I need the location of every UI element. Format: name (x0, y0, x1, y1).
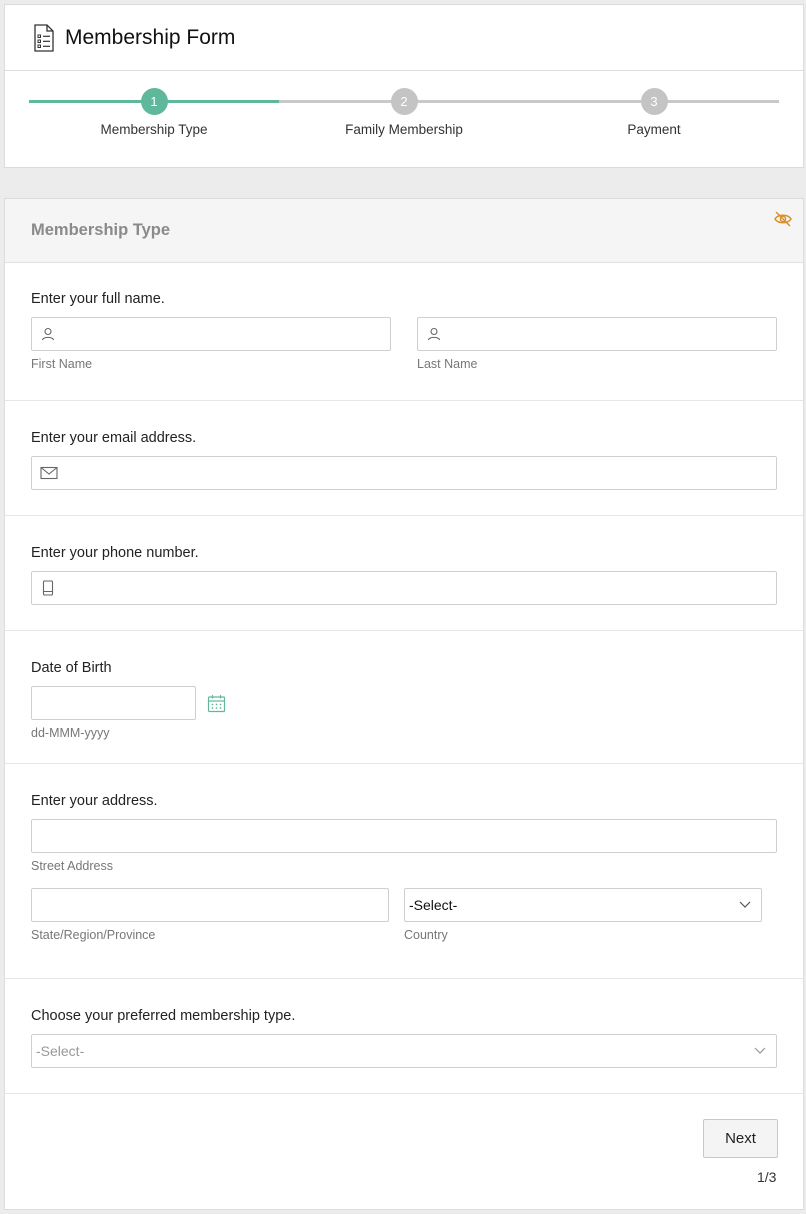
state-region-label: State/Region/Province (31, 928, 156, 942)
address-field: Enter your address. Street Address State… (5, 764, 803, 979)
step-number: 2 (390, 88, 418, 115)
name-field: Enter your full name. First Name Last Na… (5, 263, 803, 401)
title-bar: Membership Form (5, 5, 803, 71)
phone-field: Enter your phone number. (5, 516, 803, 631)
country-select[interactable]: -Select- (404, 888, 762, 922)
form-body: Membership Type Enter your full name. Fi… (4, 198, 804, 1210)
step-label: Membership Type (100, 122, 208, 137)
form-document-icon (34, 23, 54, 52)
last-name-input[interactable] (417, 317, 777, 351)
email-input[interactable] (31, 456, 777, 490)
phone-input[interactable] (31, 571, 777, 605)
membership-select-value: -Select- (36, 1043, 85, 1059)
dob-question: Date of Birth (31, 660, 112, 676)
membership-type-field: Choose your preferred membership type. -… (5, 979, 803, 1094)
street-address-input[interactable] (31, 819, 777, 853)
step-label: Payment (627, 122, 681, 137)
chevron-down-icon (754, 1047, 766, 1054)
first-name-input[interactable] (31, 317, 391, 351)
section-header: Membership Type (5, 199, 803, 263)
street-address-label: Street Address (31, 859, 113, 873)
step-number: 1 (140, 88, 168, 115)
country-label: Country (404, 928, 448, 942)
mobile-phone-icon (42, 580, 54, 596)
name-question: Enter your full name. (31, 291, 165, 307)
calendar-icon[interactable] (207, 694, 226, 713)
phone-question: Enter your phone number. (31, 545, 199, 561)
hide-eye-icon[interactable] (773, 209, 793, 229)
next-button[interactable]: Next (703, 1119, 778, 1158)
dob-input[interactable] (31, 686, 196, 720)
person-icon (427, 327, 441, 341)
step-membership-type: 1 Membership Type (29, 88, 279, 137)
email-field: Enter your email address. (5, 401, 803, 516)
last-name-label: Last Name (417, 357, 478, 371)
person-icon (41, 327, 55, 341)
step-family-membership: 2 Family Membership (279, 88, 529, 137)
chevron-down-icon (739, 901, 751, 908)
dob-field: Date of Birth dd-MMM-yyyy (5, 631, 803, 764)
envelope-icon (40, 466, 58, 480)
section-title: Membership Type (31, 221, 171, 239)
email-question: Enter your email address. (31, 430, 197, 446)
first-name-label: First Name (31, 357, 93, 371)
step-progress: 1 Membership Type 2 Family Membership 3 … (5, 71, 803, 168)
dob-format-hint: dd-MMM-yyyy (31, 726, 110, 740)
page-indicator: 1/3 (757, 1169, 777, 1185)
country-select-value: -Select- (409, 897, 458, 913)
step-payment: 3 Payment (529, 88, 779, 137)
state-region-input[interactable] (31, 888, 389, 922)
address-question: Enter your address. (31, 793, 158, 809)
form-header: Membership Form 1 Membership Type 2 Fami… (4, 4, 804, 168)
membership-type-select[interactable]: -Select- (31, 1034, 777, 1068)
form-title: Membership Form (65, 25, 236, 49)
step-number: 3 (640, 88, 668, 115)
membership-question: Choose your preferred membership type. (31, 1008, 296, 1024)
step-label: Family Membership (345, 122, 463, 137)
